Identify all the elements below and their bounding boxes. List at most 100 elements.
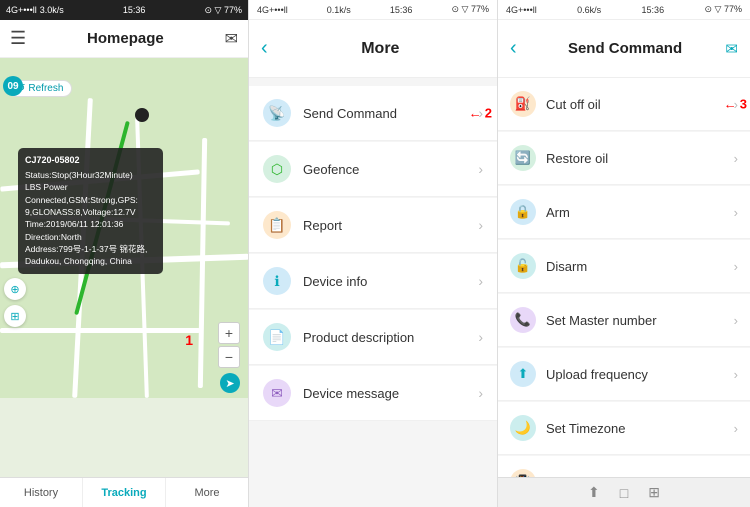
annotation-1: 1 <box>185 332 193 348</box>
cut-off-oil-icon: ⛽ <box>510 91 536 117</box>
cut-off-oil-label: Cut off oil <box>546 97 734 112</box>
cmd-list: ⛽ Cut off oil › ← 3 🔄 Restore oil › 🔒 Ar… <box>498 78 750 477</box>
map-zoom-controls: + − <box>218 322 240 368</box>
more-item-geofence[interactable]: ⬡ Geofence › <box>249 142 497 197</box>
set-master-label: Set Master number <box>546 313 734 328</box>
more-item-device-message[interactable]: ✉ Device message › <box>249 366 497 421</box>
refresh-label: Refresh <box>28 83 63 94</box>
cmd-item-set-master[interactable]: 📞 Set Master number › <box>498 294 750 347</box>
arrow-icon: › <box>734 151 738 166</box>
message-icon[interactable]: ✉ <box>725 40 738 58</box>
arrow-icon: › <box>734 421 738 436</box>
map-title: Homepage <box>87 30 164 47</box>
device-popup-line8: Dadukou, Chongqing, China <box>25 255 156 267</box>
speed-label: 0.6k/s <box>577 5 601 15</box>
time-label: 15:36 <box>390 5 413 15</box>
device-popup-title: CJ720-05802 <box>25 154 156 167</box>
battery-icon: ⊙ ▽ 77% <box>205 5 242 16</box>
more-header: ‹ More <box>249 20 497 78</box>
speed-label: 3.0k/s <box>40 5 64 15</box>
more-item-device-info[interactable]: ℹ Device info › <box>249 254 497 309</box>
device-popup-line2: LBS Power <box>25 181 156 193</box>
more-item-report[interactable]: 📋 Report › <box>249 198 497 253</box>
zoom-in-button[interactable]: + <box>218 322 240 344</box>
device-popup[interactable]: CJ720-05802 Status:Stop(3Hour32Minute) L… <box>18 148 163 274</box>
status-bar-more: 4G+•••ll 0.1k/s 15:36 ⊙ ▽ 77% <box>249 0 497 20</box>
disarm-icon: 🔓 <box>510 253 536 279</box>
cmd-item-upload-freq[interactable]: ⬆ Upload frequency › <box>498 348 750 401</box>
arrow-icon: › <box>734 475 738 478</box>
arrow-icon: › <box>478 217 483 233</box>
annotation-3: ← 3 <box>724 97 747 112</box>
arrow-icon: › <box>734 367 738 382</box>
chat-icon[interactable]: ✉ <box>225 29 238 49</box>
geofence-label: Geofence <box>303 162 478 177</box>
cmd-item-arm[interactable]: 🔒 Arm › <box>498 186 750 239</box>
timezone-label: Set Timezone <box>546 421 734 436</box>
back-button[interactable]: ‹ <box>510 37 517 60</box>
device-info-label: Device info <box>303 274 478 289</box>
map-panel: 4G+•••ll 3.0k/s 15:36 ⊙ ▽ 77% ☰ Homepage… <box>0 0 249 507</box>
status-bar-right: ⊙ ▽ 77% <box>205 5 242 16</box>
more-title: More <box>276 40 485 58</box>
cmd-header: ‹ Send Command ✉ <box>498 20 750 78</box>
tab-history[interactable]: History <box>0 478 83 507</box>
arrow-icon: › <box>478 385 483 401</box>
upload-freq-label: Upload frequency <box>546 367 734 382</box>
arm-icon: 🔒 <box>510 199 536 225</box>
more-item-product-desc[interactable]: 📄 Product description › <box>249 310 497 365</box>
navigation-icon[interactable]: ➤ <box>220 373 240 393</box>
sidebar-layers-icon[interactable]: ⊞ <box>4 305 26 327</box>
more-list: 📡 Send Command › ← 2 ⬡ Geofence › 📋 Repo… <box>249 78 497 507</box>
more-item-send-command[interactable]: 📡 Send Command › ← 2 <box>249 86 497 141</box>
send-command-icon: 📡 <box>263 99 291 127</box>
restore-oil-label: Restore oil <box>546 151 734 166</box>
send-command-panel: 4G+•••ll 0.6k/s 15:36 ⊙ ▽ 77% ‹ Send Com… <box>498 0 750 507</box>
upload-freq-icon: ⬆ <box>510 361 536 387</box>
signal-icon: 4G+•••ll <box>6 5 37 15</box>
tab-more[interactable]: More <box>166 478 248 507</box>
set-master-icon: 📞 <box>510 307 536 333</box>
device-message-icon: ✉ <box>263 379 291 407</box>
cmd-item-cut-off-oil[interactable]: ⛽ Cut off oil › ← 3 <box>498 78 750 131</box>
arrow-icon: › <box>734 259 738 274</box>
signal-label: 4G+•••ll <box>506 5 537 15</box>
cmd-bottom-bar: ⬆ □ ⊞ <box>498 477 750 507</box>
zoom-out-button[interactable]: − <box>218 346 240 368</box>
menu-icon[interactable]: ☰ <box>10 28 26 49</box>
device-popup-line5: Time:2019/06/11 12:01:36 <box>25 218 156 230</box>
cmd-item-timezone[interactable]: 🌙 Set Timezone › <box>498 402 750 455</box>
signal-label: 4G+•••ll <box>257 5 288 15</box>
map-header: ☰ Homepage ✉ <box>0 20 248 58</box>
share-icon[interactable]: ⬆ <box>588 484 600 501</box>
device-count-badge: 09 <box>3 76 23 96</box>
product-desc-label: Product description <box>303 330 478 345</box>
cmd-item-vibration[interactable]: 📳 Vibration sensitivity › <box>498 456 750 477</box>
disarm-label: Disarm <box>546 259 734 274</box>
product-desc-icon: 📄 <box>263 323 291 351</box>
vibration-label: Vibration sensitivity <box>546 475 734 478</box>
back-button[interactable]: ‹ <box>261 37 268 60</box>
restore-oil-icon: 🔄 <box>510 145 536 171</box>
report-icon: 📋 <box>263 211 291 239</box>
cmd-title: Send Command <box>525 40 726 57</box>
device-popup-line1: Status:Stop(3Hour32Minute) <box>25 169 156 181</box>
cmd-item-restore-oil[interactable]: 🔄 Restore oil › <box>498 132 750 185</box>
device-popup-line4: 9,GLONASS:8,Voltage:12.7V <box>25 206 156 218</box>
device-popup-line7: Address:799号-1-1-37号 锦花路, <box>25 243 156 255</box>
arrow-icon: › <box>734 313 738 328</box>
arrow-icon: › <box>478 273 483 289</box>
time-label: 15:36 <box>123 5 146 15</box>
cmd-item-disarm[interactable]: 🔓 Disarm › <box>498 240 750 293</box>
copy-icon[interactable]: ⊞ <box>648 484 660 501</box>
arrow-icon: › <box>478 161 483 177</box>
map-tabs: History Tracking More <box>0 477 248 507</box>
more-panel: 4G+•••ll 0.1k/s 15:36 ⊙ ▽ 77% ‹ More 📡 S… <box>249 0 498 507</box>
sidebar-locate-icon[interactable]: ⊕ <box>4 278 26 300</box>
report-label: Report <box>303 218 478 233</box>
bookmark-icon[interactable]: □ <box>620 485 628 501</box>
device-info-icon: ℹ <box>263 267 291 295</box>
map-road <box>0 328 200 333</box>
icons-label: ⊙ ▽ 77% <box>452 4 489 15</box>
tab-tracking[interactable]: Tracking <box>83 478 166 507</box>
